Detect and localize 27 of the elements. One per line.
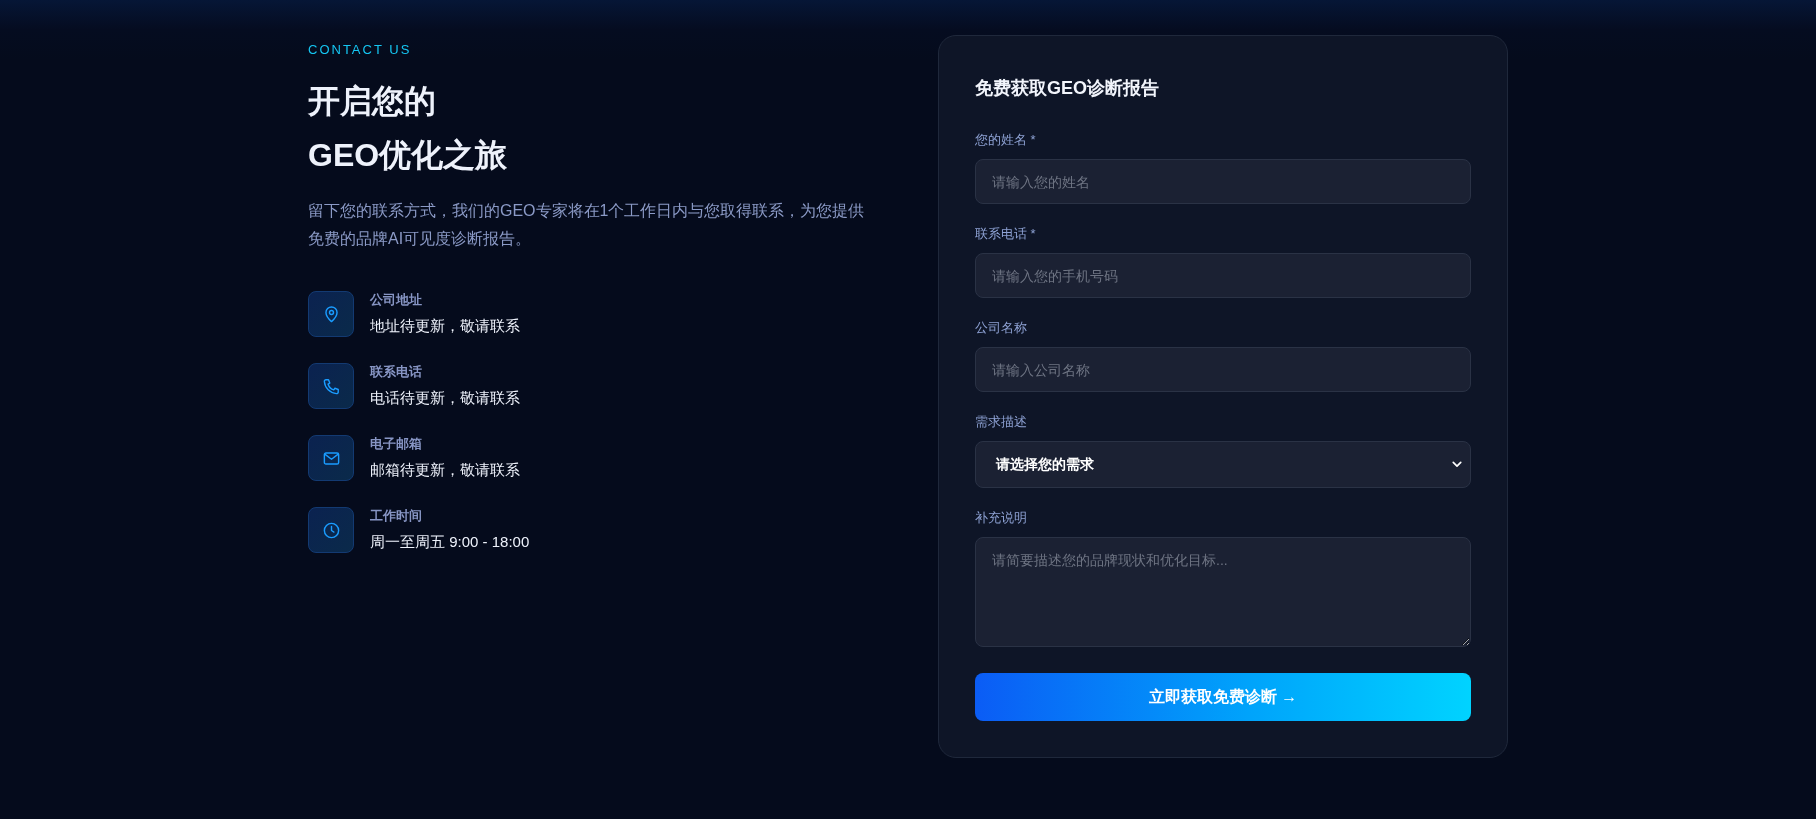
clock-icon (308, 507, 354, 553)
field-label: 补充说明 (975, 509, 1027, 527)
field-label: 联系电话 * (975, 225, 1036, 243)
contact-label: 工作时间 (370, 507, 422, 525)
contact-value: 电话待更新，敬请联系 (370, 388, 520, 408)
contact-label: 联系电话 (370, 363, 422, 381)
contact-value: 周一至周五 9:00 - 18:00 (370, 532, 530, 552)
textarea-field[interactable]: 请简要描述您的品牌现状和优化目标... (975, 537, 1471, 647)
intro-paragraph: 留下您的联系方式，我们的GEO专家将在1个工作日内与您取得联系，为您提供免费的品牌AI可见度诊断报告。 (308, 201, 866, 249)
contact-label: 公司地址 (370, 291, 422, 309)
field-label: 您的姓名 * (975, 131, 1036, 149)
section-eyebrow: CONTACT US (308, 41, 412, 59)
text-input[interactable]: 请输入公司名称 (975, 347, 1471, 392)
text-input[interactable]: 请输入您的手机号码 (975, 253, 1471, 298)
contact-value: 邮箱待更新，敬请联系 (370, 460, 520, 480)
requirement-dropdown[interactable]: 请选择您的需求 (975, 441, 1471, 488)
phone-icon (308, 363, 354, 409)
text-input[interactable]: 请输入您的姓名 (975, 159, 1471, 204)
contact-value: 地址待更新，敬请联系 (370, 316, 520, 336)
field-label: 需求描述 (975, 413, 1027, 431)
field-label: 公司名称 (975, 319, 1027, 337)
contact-label: 电子邮箱 (370, 435, 422, 453)
envelope-icon (308, 435, 354, 481)
chevron-down-icon (1452, 461, 1462, 468)
page-heading: 开启您的 GEO优化之旅 (308, 82, 508, 175)
form-title: 免费获取GEO诊断报告 (975, 77, 1159, 100)
location-pin-icon (308, 291, 354, 337)
